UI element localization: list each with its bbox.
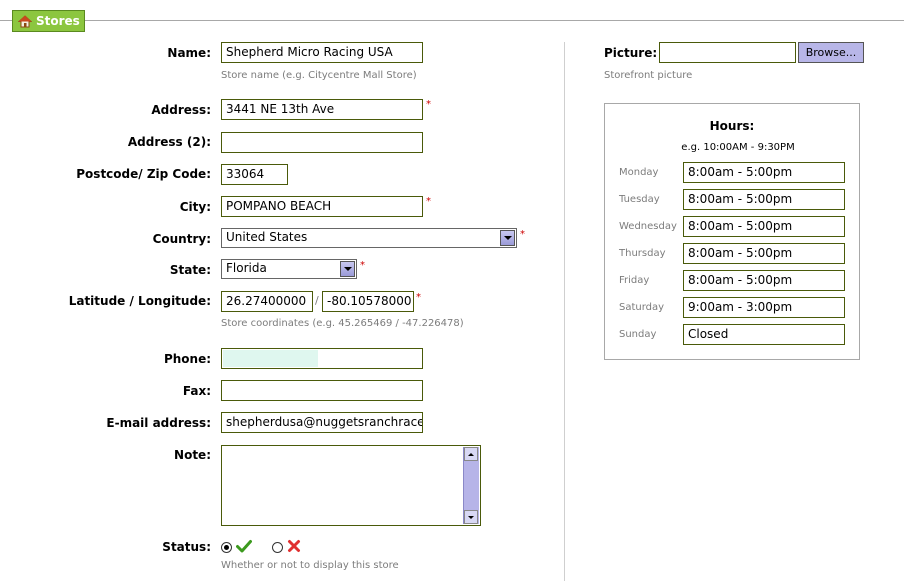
picture-hint: Storefront picture	[604, 70, 693, 81]
hours-input-monday[interactable]: 8:00am - 5:00pm	[683, 162, 845, 183]
latlng-label: Latitude / Longitude:	[68, 294, 211, 308]
home-icon	[18, 14, 32, 28]
phone-input[interactable]	[221, 348, 423, 369]
note-textarea[interactable]	[221, 445, 481, 526]
name-label: Name:	[167, 46, 211, 60]
hours-title: Hours:	[709, 119, 755, 133]
country-label: Country:	[152, 232, 211, 246]
city-input[interactable]: POMPANO BEACH	[221, 196, 423, 217]
note-scrollbar[interactable]	[463, 447, 479, 524]
check-icon	[236, 538, 252, 557]
state-select[interactable]: Florida	[221, 259, 357, 279]
chevron-down-icon[interactable]	[500, 230, 515, 246]
day-label-wednesday: Wednesday	[619, 221, 677, 232]
email-label: E-mail address:	[106, 416, 211, 430]
store-name-input[interactable]: Shepherd Micro Racing USA	[221, 42, 423, 63]
day-label-sunday: Sunday	[619, 329, 657, 340]
city-label: City:	[179, 200, 211, 214]
postcode-input[interactable]: 33064	[221, 164, 288, 185]
status-hint: Whether or not to display this store	[221, 560, 399, 571]
status-disabled-radio[interactable]	[272, 542, 283, 553]
picture-file-input[interactable]	[659, 42, 796, 63]
note-label: Note:	[174, 448, 211, 462]
state-select-value: Florida	[226, 261, 267, 275]
day-label-monday: Monday	[619, 167, 659, 178]
country-required-mark: *	[520, 229, 525, 240]
section-tab-stores[interactable]: Stores	[12, 10, 85, 32]
day-label-thursday: Thursday	[619, 248, 666, 259]
hours-input-friday[interactable]: 8:00am - 5:00pm	[683, 270, 845, 291]
state-required-mark: *	[360, 260, 365, 271]
chevron-down-icon[interactable]	[340, 261, 355, 277]
day-label-saturday: Saturday	[619, 302, 665, 313]
city-required-mark: *	[426, 196, 431, 207]
status-enabled-radio[interactable]	[221, 542, 232, 553]
fax-input[interactable]	[221, 380, 423, 401]
browse-button[interactable]: Browse...	[798, 42, 864, 63]
status-options	[221, 538, 301, 557]
day-label-friday: Friday	[619, 275, 650, 286]
address-input[interactable]: 3441 NE 13th Ave	[221, 99, 423, 120]
longitude-input[interactable]: -80.10578000	[322, 291, 414, 312]
scroll-up-icon[interactable]	[464, 447, 478, 461]
state-label: State:	[169, 263, 211, 277]
address2-label: Address (2):	[127, 135, 211, 149]
section-tab-label: Stores	[36, 14, 80, 28]
scroll-down-icon[interactable]	[464, 510, 478, 524]
phone-label: Phone:	[163, 352, 211, 366]
hours-input-sunday[interactable]: Closed	[683, 324, 845, 345]
latlng-required-mark: *	[416, 292, 421, 303]
fax-label: Fax:	[182, 384, 211, 398]
latlng-separator: /	[315, 294, 319, 307]
day-label-tuesday: Tuesday	[619, 194, 660, 205]
postcode-label: Postcode/ Zip Code:	[76, 167, 211, 181]
latitude-input[interactable]: 26.27400000	[221, 291, 313, 312]
country-select[interactable]: United States	[221, 228, 517, 248]
status-label: Status:	[162, 540, 211, 554]
hours-example: e.g. 10:00AM - 9:30PM	[681, 142, 795, 153]
column-divider	[564, 42, 565, 581]
autofill-highlight	[223, 350, 318, 367]
picture-label: Picture:	[604, 46, 658, 60]
email-input[interactable]: shepherdusa@nuggetsranchracew	[221, 412, 423, 433]
latlng-hint: Store coordinates (e.g. 45.265469 / -47.…	[221, 318, 464, 329]
store-name-hint: Store name (e.g. Citycentre Mall Store)	[221, 70, 417, 81]
hours-input-saturday[interactable]: 9:00am - 3:00pm	[683, 297, 845, 318]
address-label: Address:	[151, 103, 211, 117]
country-select-value: United States	[226, 230, 308, 244]
hours-input-thursday[interactable]: 8:00am - 5:00pm	[683, 243, 845, 264]
close-icon	[287, 538, 301, 557]
hours-input-tuesday[interactable]: 8:00am - 5:00pm	[683, 189, 845, 210]
address2-input[interactable]	[221, 132, 423, 153]
hours-input-wednesday[interactable]: 8:00am - 5:00pm	[683, 216, 845, 237]
address-required-mark: *	[426, 99, 431, 110]
section-divider	[0, 20, 904, 21]
